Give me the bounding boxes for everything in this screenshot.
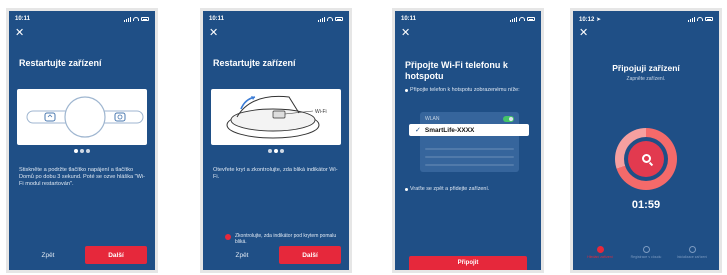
network-name: SmartLife-XXXX xyxy=(424,126,475,134)
carousel-dot xyxy=(280,149,284,153)
bullet-icon xyxy=(405,188,408,191)
phone-screenshot-1: 10:11 ✕ Restartujte zařízení Stiskněte a… xyxy=(6,8,158,273)
carousel-dots xyxy=(203,149,349,153)
phone-screenshot-3: 10:11 ✕ Připojte Wi-Fi telefonu k hotspo… xyxy=(392,8,544,273)
status-time: 10:11 xyxy=(15,16,31,22)
page-title: Restartujte zařízení xyxy=(213,58,296,68)
carousel-dot xyxy=(268,149,272,153)
signal-icon xyxy=(510,16,517,22)
phone-screenshot-4: 10:12 ➤ ✕ Připojuji zařízení Zapněte zař… xyxy=(570,8,722,273)
checkbox-label: Zkontrolujte, zda indikátor pod krytem p… xyxy=(235,233,337,245)
back-button[interactable]: Zpět xyxy=(211,246,273,264)
step-initialize-device: Inicializace zařízení xyxy=(672,246,712,266)
page-subtitle: Zapněte zařízení. xyxy=(626,76,666,82)
step-indicator-icon xyxy=(688,246,696,253)
step-label: Inicializace zařízení xyxy=(676,255,708,259)
status-time: 10:11 xyxy=(401,16,417,22)
return-text: Vraťte se zpět a přidejte zařízení. xyxy=(410,186,490,192)
next-button[interactable]: Další xyxy=(85,246,147,264)
screen-restart-device: 10:11 ✕ Restartujte zařízení Stiskněte a… xyxy=(9,11,155,270)
instruction-text: Otevřete kryt a zkontrolujte, zda bliká … xyxy=(213,167,338,181)
next-button[interactable]: Další xyxy=(279,246,341,264)
close-icon[interactable]: ✕ xyxy=(401,28,410,39)
instruction-text: Stiskněte a podržte tlačítko napájení a … xyxy=(19,167,146,188)
placeholder-network-line xyxy=(425,164,514,166)
status-bar: 10:12 ➤ xyxy=(579,15,713,23)
battery-icon xyxy=(527,17,535,21)
signal-icon xyxy=(318,16,325,22)
location-arrow-icon: ➤ xyxy=(596,16,602,23)
close-icon[interactable]: ✕ xyxy=(579,28,588,39)
carousel-dot xyxy=(74,149,78,153)
progress-ring xyxy=(615,128,677,190)
carousel-dot xyxy=(274,149,278,153)
step-indicator-icon xyxy=(596,246,604,253)
wlan-toggle xyxy=(503,116,514,122)
wifi-icon xyxy=(697,17,703,21)
instruction-bullet: Připojte telefon k hotspotu zobrazenému … xyxy=(405,87,533,94)
back-button[interactable]: Zpět xyxy=(17,246,79,264)
carousel-dots xyxy=(9,149,155,153)
wlan-label: WLAN xyxy=(425,116,440,122)
status-bar: 10:11 xyxy=(401,15,535,23)
battery-icon xyxy=(141,17,149,21)
screen-connect-hotspot: 10:11 ✕ Připojte Wi-Fi telefonu k hotspo… xyxy=(395,11,541,270)
signal-icon xyxy=(688,16,695,22)
page-title: Restartujte zařízení xyxy=(19,58,102,68)
page-title: Připojte Wi-Fi telefonu k hotspotu xyxy=(405,60,508,81)
wifi-icon xyxy=(519,17,525,21)
phone-screenshot-2: 10:11 ✕ Restartujte zařízení Wi-Fi Otevř… xyxy=(200,8,352,273)
bullet-icon xyxy=(405,89,408,92)
search-icon xyxy=(642,154,651,163)
signal-icon xyxy=(124,16,131,22)
battery-icon xyxy=(705,17,713,21)
search-core xyxy=(628,141,664,177)
wifi-icon xyxy=(327,17,333,21)
step-label: Hledání zařízení xyxy=(587,255,613,259)
checkmark-icon: ✓ xyxy=(415,127,421,134)
device-illustration xyxy=(17,89,147,145)
placeholder-network-line xyxy=(425,148,514,150)
placeholder-network-line xyxy=(425,156,514,158)
step-label: Registrace v cloudu xyxy=(630,255,662,259)
carousel-dot xyxy=(80,149,84,153)
step-register-cloud: Registrace v cloudu xyxy=(626,246,666,266)
battery-icon xyxy=(335,17,343,21)
progress-steps: Hledání zařízení Registrace v cloudu Ini… xyxy=(577,246,715,266)
confirm-checkbox-row[interactable]: Zkontrolujte, zda indikátor pod krytem p… xyxy=(225,233,337,245)
network-item-selected[interactable]: ✓ SmartLife-XXXX xyxy=(409,124,529,136)
carousel-dot xyxy=(86,149,90,153)
status-bar: 10:11 xyxy=(209,15,343,23)
wifi-icon xyxy=(133,17,139,21)
screen-restart-device-cover: 10:11 ✕ Restartujte zařízení Wi-Fi Otevř… xyxy=(203,11,349,270)
return-bullet: Vraťte se zpět a přidejte zařízení. xyxy=(405,186,533,193)
step-indicator-icon xyxy=(642,246,650,253)
status-time: 10:11 xyxy=(209,16,225,22)
status-time: 10:12 ➤ xyxy=(579,16,602,23)
step-search-device: Hledání zařízení xyxy=(580,246,620,266)
wlan-settings-card: WLAN xyxy=(420,112,519,172)
page-title: Připojuji zařízení xyxy=(612,63,680,73)
close-icon[interactable]: ✕ xyxy=(15,28,24,39)
close-icon[interactable]: ✕ xyxy=(209,28,218,39)
checkbox[interactable] xyxy=(225,234,231,240)
instruction-text: Připojte telefon k hotspotu zobrazenému … xyxy=(410,87,520,93)
countdown-timer: 01:59 xyxy=(631,199,661,211)
wifi-indicator-label: Wi-Fi xyxy=(315,109,327,115)
screen-connecting-device: 10:12 ➤ ✕ Připojuji zařízení Zapněte zař… xyxy=(573,11,719,270)
connect-button[interactable]: Připojit xyxy=(409,256,527,270)
status-bar: 10:11 xyxy=(15,15,149,23)
robot-vacuum-illustration: Wi-Fi xyxy=(211,89,341,145)
